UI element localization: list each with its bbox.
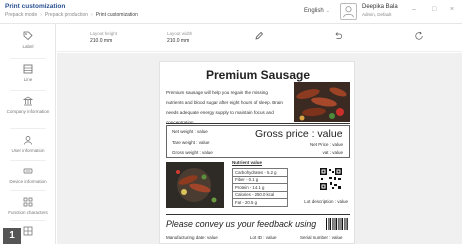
page-title: Print customization [5,3,66,10]
food-image[interactable] [166,162,224,208]
gross-weight-field[interactable]: Gross weight : value [172,150,213,155]
table-row: Fiber - 0.1 g [232,175,288,184]
feedback-text[interactable]: Please convey us your feedback using [166,219,316,229]
edit-icon[interactable] [254,31,264,41]
nutrient-cell: Protein - 14.1 g [232,183,288,192]
product-description[interactable]: Premium sausage will help you regain the… [166,88,286,128]
table-row: Carbohydrates - 5.2 g [232,168,288,177]
building-icon [23,96,33,106]
avatar[interactable] [340,3,357,20]
layout-height-label: Layout height [90,31,118,36]
divider [10,128,46,129]
sidebar-item-label[interactable]: Label [0,31,56,50]
refresh-icon[interactable] [414,31,424,41]
net-weight-field[interactable]: Net weight : value [172,129,208,134]
minimize-icon[interactable]: – [412,6,416,13]
device-icon [23,168,33,174]
layout-height-value[interactable]: 210.0 mm [90,38,112,44]
canvas: Premium Sausage Premium sausage will hel… [57,53,462,244]
manufacturing-date-field[interactable]: Manufacturing date: value [166,235,218,240]
barcode-icon[interactable] [326,218,348,230]
sidebar-item-line[interactable]: Line [0,64,56,83]
user-role: Admin, Default [362,12,392,17]
divider [10,90,46,91]
table-row: Fat - 20.5 g [232,198,288,207]
breadcrumb-separator: › [91,12,93,18]
user-avatar-icon [343,6,354,18]
sidebar: Label Line Company information User info… [0,24,56,244]
maximize-icon[interactable]: □ [432,6,436,13]
lot-id-field[interactable]: Lot ID : value [250,235,277,240]
list-icon [23,64,33,74]
divider [10,220,46,221]
breadcrumb-separator: › [40,12,42,18]
tag-icon [23,31,33,41]
tare-weight-field[interactable]: Tare weight : value [172,140,210,145]
divider [166,214,350,215]
sidebar-item-label-text: Device information [9,179,47,184]
breadcrumb: Prepack mode › Prepack production › Print cu… [5,12,138,18]
user-icon [24,136,32,145]
nutrient-cell: Carbohydrates - 5.2 g [232,168,288,177]
serial-number-field[interactable]: Serial number : value [300,235,343,240]
breadcrumb-item-prepack-production[interactable]: Prepack production [45,12,88,18]
sidebar-item-label-text: Label [22,44,34,49]
sidebar-item-label-text: User information [11,148,45,153]
nutrient-cell: Fat - 20.5 g [232,198,288,207]
product-title[interactable]: Premium Sausage [160,68,354,82]
net-price-field[interactable]: Net Price : value [310,142,343,147]
nutrient-cell: Calories - 250.0 kcal [232,190,288,199]
nutrient-title[interactable]: Nutrient value [232,160,262,165]
vat-field[interactable]: vat : value [322,150,343,155]
layout-width-value[interactable]: 210.0 mm [167,38,189,44]
language-selector[interactable]: English ⌄ [304,8,330,14]
close-icon[interactable]: × [450,6,454,13]
divider [166,123,350,124]
weight-price-box: Net weight : value Tare weight : value G… [166,125,350,158]
grid-icon [23,197,33,207]
sidebar-item-label-text: Line [23,77,33,82]
sidebar-item-device-information[interactable]: Device information [0,166,56,185]
image-icon [23,226,33,236]
top-bar: Print customization Prepack mode › Prepack… [0,0,462,24]
lot-description-field[interactable]: Lot description : value [304,199,348,204]
gross-price-field[interactable]: Gross price : value [255,128,343,140]
sidebar-item-company-information[interactable]: Company information [0,96,56,115]
layout-width-label: Layout width [167,31,193,36]
nutrient-cell: Fiber - 0.1 g [232,175,288,184]
sidebar-item-label-text: Company information [6,109,50,114]
chevron-down-icon: ⌄ [325,8,330,14]
label-preview[interactable]: Premium Sausage Premium sausage will hel… [159,61,355,244]
divider [10,58,46,59]
sidebar-item-label-text: Function characters [8,210,48,215]
nutrient-table[interactable]: Carbohydrates - 5.2 g Fiber - 0.1 g Prot… [232,168,288,207]
language-label: English [304,8,324,14]
sausage-image[interactable] [294,82,350,122]
sidebar-item-user-information[interactable]: User information [0,135,56,154]
step-badge: 1 [3,228,21,244]
breadcrumb-item-current: Print customization [95,12,138,18]
qr-code-icon[interactable] [320,168,342,190]
divider [10,190,46,191]
undo-icon[interactable] [333,31,343,41]
divider [10,160,46,161]
table-row: Calories - 250.0 kcal [232,190,288,199]
toolbar: Layout height 210.0 mm Layout width 210.… [57,24,462,52]
breadcrumb-item-prepack-mode[interactable]: Prepack mode [5,12,37,18]
sidebar-item-function-characters[interactable]: Function characters [0,197,56,216]
user-name: Deepika Bala [362,4,398,10]
table-row: Protein - 14.1 g [232,183,288,192]
